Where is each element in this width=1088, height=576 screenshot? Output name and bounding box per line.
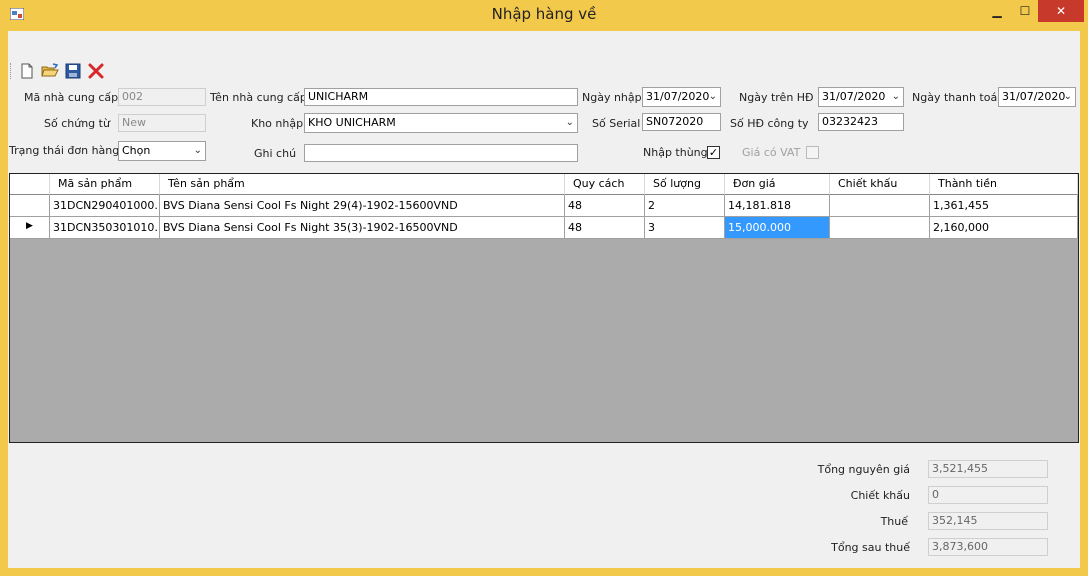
column-header-quantity[interactable]: Số lượng [645, 174, 725, 195]
grand-total-label: Tổng sau thuế [831, 541, 910, 554]
payment-date-label: Ngày thanh toán [912, 91, 1005, 104]
form-client-area: Mã nhà cung cấp 002 Tên nhà cung cấp UNI… [8, 31, 1080, 568]
order-status-select[interactable]: Chọn ⌄ [118, 141, 206, 161]
vat-price-label: Giá có VAT [742, 146, 801, 159]
row-header-current[interactable]: ▶ [10, 217, 50, 239]
order-status-value: Chọn [122, 144, 151, 157]
grand-total-field[interactable]: 3,873,600 [928, 538, 1048, 556]
unit-price-cell[interactable]: 14,181.818 [725, 195, 830, 217]
chevron-down-icon[interactable]: ⌄ [194, 144, 202, 158]
chevron-down-icon[interactable]: ⌄ [709, 90, 717, 104]
note-field[interactable] [304, 144, 578, 162]
chevron-down-icon[interactable]: ⌄ [566, 116, 574, 130]
vat-price-checkbox[interactable] [806, 146, 819, 159]
payment-date-value: 31/07/2020 [1002, 90, 1066, 103]
amount-cell[interactable]: 2,160,000 [930, 217, 1078, 239]
amount-cell[interactable]: 1,361,455 [930, 195, 1078, 217]
unit-price-cell-selected[interactable]: 15,000.000 [725, 217, 830, 239]
product-grid: Mã sản phẩm Tên sản phẩm Quy cách Số lượ… [9, 173, 1079, 443]
voucher-no-field[interactable]: New [118, 114, 206, 132]
save-icon[interactable] [64, 62, 82, 80]
discount-total-field[interactable]: 0 [928, 486, 1048, 504]
minimize-button[interactable]: ▁ [982, 0, 1012, 22]
supplier-name-label: Tên nhà cung cấp [210, 91, 307, 104]
serial-field[interactable]: SN072020 [642, 113, 721, 131]
packing-cell[interactable]: 48 [565, 217, 645, 239]
column-header-product-code[interactable]: Mã sản phẩm [50, 174, 160, 195]
toolbar-grip[interactable] [10, 63, 14, 79]
serial-label: Số Serial [592, 117, 641, 130]
window-title: Nhập hàng về [491, 5, 597, 23]
import-date-label: Ngày nhập [582, 91, 642, 104]
column-header-product-name[interactable]: Tên sản phẩm [160, 174, 565, 195]
discount-cell[interactable] [830, 195, 930, 217]
subtotal-label: Tổng nguyên giá [817, 463, 910, 476]
voucher-no-label: Số chứng từ [44, 117, 110, 130]
invoice-date-label: Ngày trên HĐ [739, 91, 814, 104]
grid-corner-header[interactable] [10, 174, 50, 195]
column-header-amount[interactable]: Thành tiền [930, 174, 1078, 195]
product-name-cell[interactable]: BVS Diana Sensi Cool Fs Night 35(3)-1902… [160, 217, 565, 239]
company-invoice-field[interactable]: 03232423 [818, 113, 904, 131]
column-header-discount[interactable]: Chiết khấu [830, 174, 930, 195]
subtotal-field[interactable]: 3,521,455 [928, 460, 1048, 478]
invoice-date-picker[interactable]: 31/07/2020 ⌄ [818, 87, 904, 107]
title-bar[interactable]: Nhập hàng về ▁ ☐ ✕ [0, 0, 1088, 31]
tax-field[interactable]: 352,145 [928, 512, 1048, 530]
tax-label: Thuế [880, 515, 908, 528]
maximize-button[interactable]: ☐ [1012, 0, 1038, 22]
column-header-unit-price[interactable]: Đơn giá [725, 174, 830, 195]
open-icon[interactable] [41, 62, 59, 80]
import-date-picker[interactable]: 31/07/2020 ⌄ [642, 87, 721, 107]
quantity-cell[interactable]: 2 [645, 195, 725, 217]
supplier-code-field[interactable]: 002 [118, 88, 206, 106]
packing-cell[interactable]: 48 [565, 195, 645, 217]
order-status-label: Trạng thái đơn hàng [9, 144, 120, 157]
warehouse-value: KHO UNICHARM [308, 116, 396, 129]
import-carton-checkbox[interactable]: ✓ [707, 146, 720, 159]
close-button[interactable]: ✕ [1038, 0, 1084, 22]
import-date-value: 31/07/2020 [646, 90, 710, 103]
delete-icon[interactable] [87, 62, 105, 80]
row-header[interactable] [10, 195, 50, 217]
chevron-down-icon[interactable]: ⌄ [892, 90, 900, 104]
payment-date-picker[interactable]: 31/07/2020 ⌄ [998, 87, 1076, 107]
discount-total-label: Chiết khấu [850, 489, 910, 502]
discount-cell[interactable] [830, 217, 930, 239]
supplier-code-label: Mã nhà cung cấp [24, 91, 119, 104]
column-header-packing[interactable]: Quy cách [565, 174, 645, 195]
chevron-down-icon[interactable]: ⌄ [1064, 90, 1072, 104]
new-icon[interactable] [18, 62, 36, 80]
invoice-date-value: 31/07/2020 [822, 90, 886, 103]
app-window: Nhập hàng về ▁ ☐ ✕ Mã nhà cung cấp 002 T… [0, 0, 1088, 576]
warehouse-select[interactable]: KHO UNICHARM ⌄ [304, 113, 578, 133]
warehouse-label: Kho nhập [251, 117, 304, 130]
product-code-cell[interactable]: 31DCN290401000... [50, 195, 160, 217]
product-code-cell[interactable]: 31DCN350301010... [50, 217, 160, 239]
product-name-cell[interactable]: BVS Diana Sensi Cool Fs Night 29(4)-1902… [160, 195, 565, 217]
quantity-cell[interactable]: 3 [645, 217, 725, 239]
company-invoice-label: Số HĐ công ty [730, 117, 809, 130]
import-carton-label: Nhập thùng [643, 146, 708, 159]
supplier-name-field[interactable]: UNICHARM [304, 88, 578, 106]
note-label: Ghi chú [254, 147, 297, 160]
